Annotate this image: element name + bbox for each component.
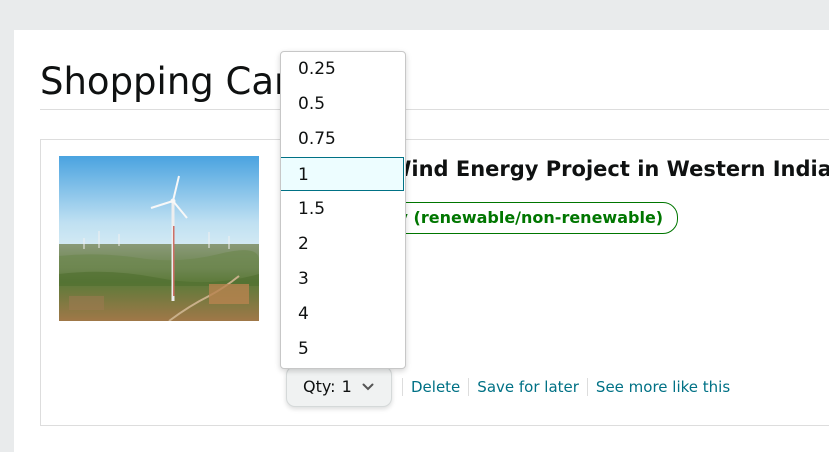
quantity-value: 1 <box>341 377 352 396</box>
quantity-option[interactable]: 1.5 <box>281 192 405 226</box>
save-for-later-link[interactable]: Save for later <box>477 378 579 396</box>
quantity-selector[interactable]: Qty: 1 <box>286 366 392 407</box>
quantity-dropdown-menu: 0.25 0.5 0.75 1 1.5 2 3 4 5 <box>280 51 406 369</box>
quantity-option[interactable]: 2 <box>281 227 405 261</box>
product-image[interactable] <box>59 156 259 321</box>
action-divider <box>586 378 588 396</box>
quantity-option[interactable]: 0.5 <box>281 87 405 121</box>
quantity-option[interactable]: 0.75 <box>281 122 405 156</box>
title-divider <box>40 109 829 110</box>
quantity-option[interactable]: 3 <box>281 262 405 296</box>
see-more-like-this-link[interactable]: See more like this <box>596 378 730 396</box>
quantity-option-selected[interactable]: 1 <box>281 157 404 191</box>
quantity-option[interactable]: 5 <box>281 332 405 366</box>
delete-link[interactable]: Delete <box>411 378 460 396</box>
page-title: Shopping Cart <box>40 60 304 103</box>
action-divider <box>468 378 470 396</box>
quantity-label: Qty: <box>303 377 336 396</box>
quantity-option[interactable]: 4 <box>281 297 405 331</box>
action-divider <box>402 378 403 396</box>
item-actions: Delete Save for later See more like this <box>402 376 730 398</box>
chevron-down-icon <box>362 377 374 396</box>
wind-farm-photo-icon <box>59 156 259 321</box>
quantity-option[interactable]: 0.25 <box>281 52 405 86</box>
